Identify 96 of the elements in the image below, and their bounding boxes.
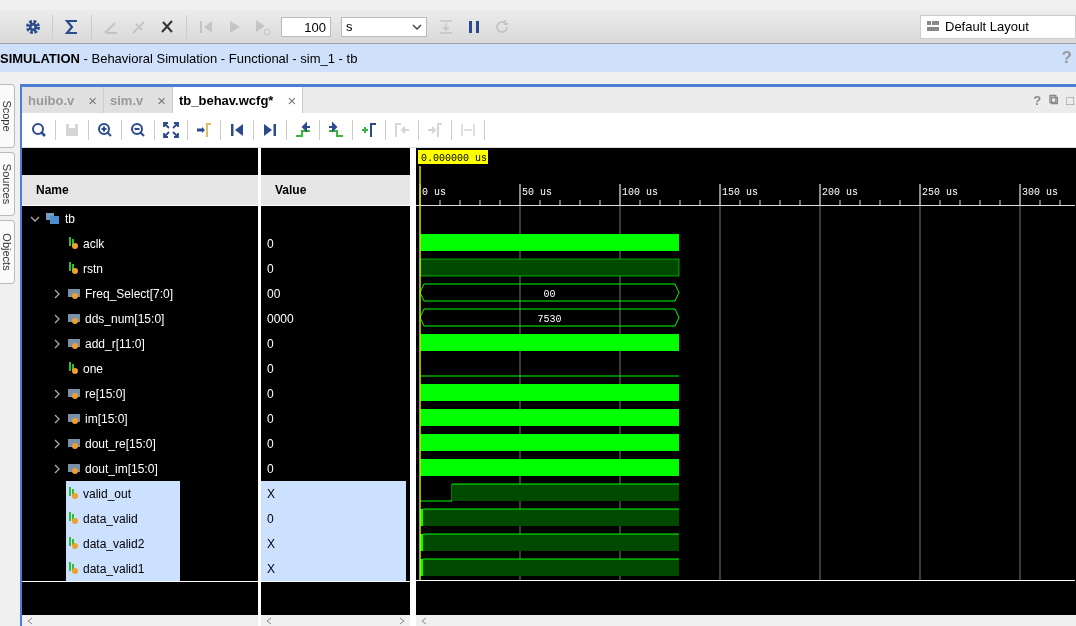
signal-name[interactable]: dout_im[15:0] [66,456,162,481]
scope-name[interactable]: tb [65,211,75,226]
signal-name[interactable]: aclk [66,231,109,256]
signal-value: 0 [266,385,275,403]
signal-name[interactable]: re[15:0] [66,381,130,406]
chevron-icon[interactable] [52,313,62,324]
fit-icon[interactable] [162,121,180,139]
signal-name[interactable]: valid_out [66,481,180,506]
signal-name[interactable]: one [66,356,108,381]
cursor-time: 0.000000 us [418,150,488,164]
bit-signal-icon [68,562,79,575]
chevron-icon[interactable] [52,413,62,424]
bus-value: 00 [543,289,556,300]
simulation-title: SIMULATION - Behavioral Simulation - Functional - sim_1 - tb [0,50,358,66]
search-icon[interactable] [30,121,48,139]
caret-icon [412,22,422,31]
signal-name[interactable]: data_valid1 [66,556,180,581]
signal-value: 0 [261,506,406,531]
chevron-icon[interactable] [52,438,62,449]
go-to-cursor-icon[interactable] [195,121,213,139]
bus-value: 7530 [537,314,562,325]
time-label: 150 us [722,187,758,198]
time-unit-dropdown[interactable]: s [341,16,427,37]
value-column-header[interactable]: Value [261,175,410,206]
signal-value: 0 [266,235,275,253]
chevron-icon[interactable] [52,463,62,474]
bus-signal-icon [68,387,81,400]
signal-value: 0 [266,435,275,453]
signal-value: 0 [266,260,275,278]
settings-icon[interactable] [24,17,42,36]
signal-value: 0 [266,460,275,478]
go-to-start-icon[interactable] [228,121,246,139]
layout-dropdown[interactable]: Default Layout [920,14,1076,39]
editor-tab[interactable]: tb_behav.wcfg* × [173,87,304,113]
side-tab[interactable]: Scope [0,84,15,148]
side-tab[interactable]: Sources [0,152,15,216]
signal-value: 0 [266,360,275,378]
signal-name[interactable]: dds_num[15:0] [66,306,169,331]
editor-tab[interactable]: sim.v × [104,87,173,113]
signal-value: 0000 [266,310,295,328]
bus-signal-icon [68,312,81,325]
signal-name[interactable]: Freq_Select[7:0] [66,281,178,306]
chevron-icon[interactable] [52,388,62,399]
scroll-left-icon[interactable] [265,616,273,625]
previous-marker-icon[interactable] [393,121,411,139]
signal-name[interactable]: dout_re[15:0] [66,431,160,456]
add-marker-icon[interactable] [360,121,378,139]
bus-signal-icon [68,412,81,425]
next-transition-icon[interactable] [327,121,345,139]
scroll-left-icon[interactable] [26,616,34,625]
signal-value: 0 [266,335,275,353]
time-label: 300 us [1022,187,1058,198]
bit-signal-icon [68,237,79,250]
signal-name[interactable]: data_valid [66,506,180,531]
time-label: 0 us [422,187,446,198]
signal-value: X [261,481,406,506]
zoom-in-icon[interactable] [96,121,114,139]
scope-icon [46,213,59,224]
chevron-icon[interactable] [52,338,62,349]
time-label: 100 us [622,187,658,198]
bus-signal-icon [68,287,81,300]
time-label: 50 us [522,187,552,198]
signal-name[interactable]: rstn [66,256,107,281]
bit-signal-icon [68,512,79,525]
next-marker-icon[interactable] [426,121,444,139]
swap-markers-icon[interactable] [459,121,477,139]
bit-signal-icon [68,362,79,375]
side-tab[interactable]: Objects [0,220,15,284]
bit-signal-icon [68,262,79,275]
bus-signal-icon [68,437,81,450]
signal-value: 00 [266,285,282,303]
close-icon[interactable]: × [88,91,97,109]
bit-signal-icon [68,487,79,500]
layout-icon [927,21,939,32]
chevron-icon[interactable] [52,288,62,299]
go-to-end-icon[interactable] [261,121,279,139]
close-icon[interactable]: × [287,91,297,109]
bus-signal-icon [68,337,81,350]
run-time-field[interactable]: 100 [281,16,331,37]
scroll-right-icon[interactable] [398,616,406,625]
signal-name[interactable]: data_valid2 [66,531,180,556]
previous-transition-icon[interactable] [294,121,312,139]
zoom-out-icon[interactable] [129,121,147,139]
bus-signal-icon [68,462,81,475]
editor-tab[interactable]: huibo.v × [22,87,104,113]
time-label: 200 us [822,187,858,198]
time-label: 250 us [922,187,958,198]
signal-value: 0 [266,410,275,428]
signal-name[interactable]: im[15:0] [66,406,132,431]
bit-signal-icon [68,537,79,550]
signal-name[interactable]: add_r[11:0] [66,331,149,356]
signal-value: X [261,531,406,556]
name-column-header[interactable]: Name [22,175,258,206]
scroll-left-icon[interactable] [420,616,428,625]
close-icon[interactable]: × [157,91,166,109]
signal-value: X [261,556,406,581]
